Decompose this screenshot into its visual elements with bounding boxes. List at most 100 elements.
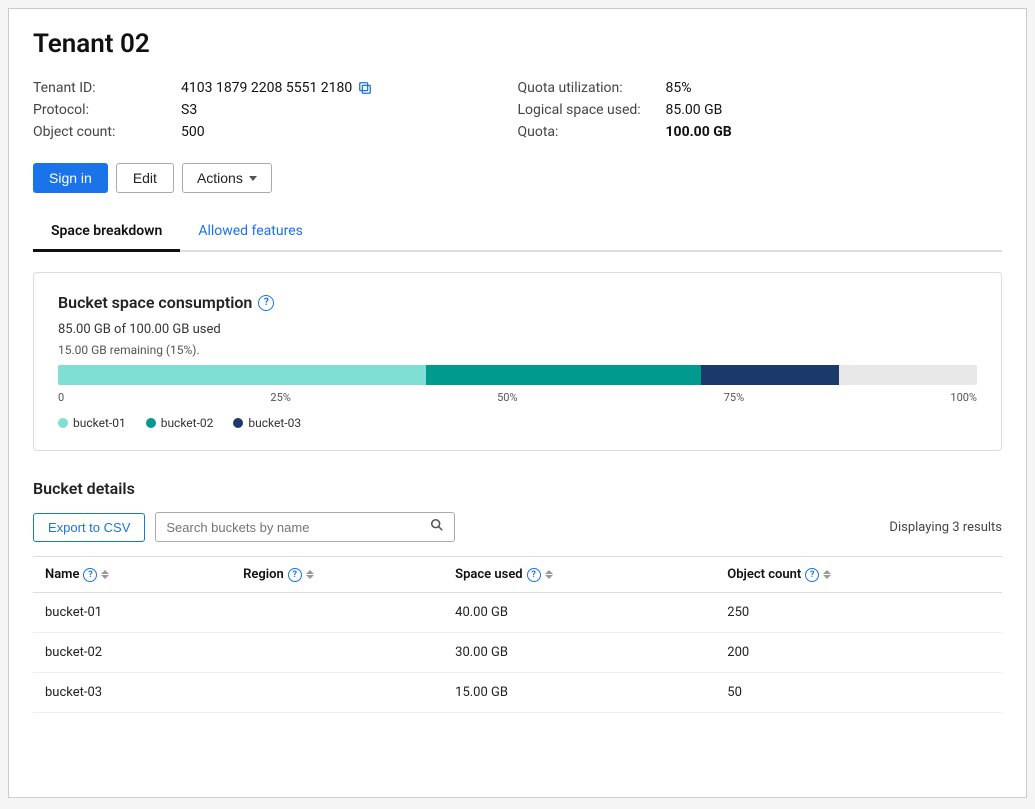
label-25: 25% (270, 391, 290, 404)
col-region-sort[interactable] (306, 570, 314, 579)
col-name-label: Name (45, 567, 79, 582)
export-csv-button[interactable]: Export to CSV (33, 513, 145, 542)
segment-bucket-01 (58, 365, 426, 385)
col-region-help-icon[interactable]: ? (288, 568, 302, 582)
sort-down-icon (101, 575, 109, 579)
label-50: 50% (497, 391, 517, 404)
protocol-row: Protocol: S3 (33, 99, 518, 121)
col-header-name: Name ? (33, 557, 231, 593)
col-name-help-icon[interactable]: ? (83, 568, 97, 582)
card-title: Bucket space consumption ? (58, 293, 977, 312)
legend-item-bucket-03: bucket-03 (233, 416, 301, 430)
col-header-region: Region ? (231, 557, 443, 593)
col-objcount-help-icon[interactable]: ? (805, 568, 819, 582)
quota-util-label: Quota utilization: (518, 80, 658, 96)
remaining-text: 15.00 GB remaining (15%). (58, 343, 977, 357)
bucket-table-body: bucket-01 40.00 GB 250 bucket-02 30.00 G… (33, 593, 1002, 713)
cell-name: bucket-03 (33, 673, 231, 713)
chevron-down-icon (249, 176, 257, 181)
label-75: 75% (724, 391, 744, 404)
quota-row: Quota: 100.00 GB (518, 121, 1003, 143)
bucket-toolbar: Export to CSV Displaying 3 results (33, 512, 1002, 542)
copy-icon[interactable] (358, 81, 372, 95)
tab-allowed-features[interactable]: Allowed features (180, 213, 321, 252)
label-0: 0 (58, 391, 64, 404)
legend-item-bucket-02: bucket-02 (146, 416, 214, 430)
cell-name: bucket-02 (33, 633, 231, 673)
search-icon (430, 518, 444, 536)
segment-bucket-02 (426, 365, 702, 385)
logical-space-value: 85.00 GB (666, 102, 723, 118)
progress-bar (58, 365, 977, 385)
legend-dot-bucket-01 (58, 418, 68, 428)
tenant-id-row: Tenant ID: 4103 1879 2208 5551 2180 (33, 77, 518, 99)
page-title: Tenant 02 (33, 29, 1002, 59)
actions-dropdown-button[interactable]: Actions (182, 163, 272, 193)
bucket-details-title: Bucket details (33, 479, 1002, 498)
bucket-toolbar-left: Export to CSV (33, 512, 455, 542)
col-space-label: Space used (455, 567, 523, 582)
table-row: bucket-03 15.00 GB 50 (33, 673, 1002, 713)
tenant-id-value: 4103 1879 2208 5551 2180 (181, 80, 352, 96)
edit-button[interactable]: Edit (116, 163, 174, 193)
col-space-help-icon[interactable]: ? (527, 568, 541, 582)
object-count-row: Object count: 500 (33, 121, 518, 143)
signin-button[interactable]: Sign in (33, 163, 108, 193)
search-input[interactable] (166, 520, 424, 535)
cell-object-count: 250 (715, 593, 1002, 633)
search-box (155, 512, 455, 542)
segment-bucket-03 (701, 365, 839, 385)
displaying-text: Displaying 3 results (889, 520, 1002, 535)
usage-text: 85.00 GB of 100.00 GB used (58, 322, 977, 337)
space-consumption-card: Bucket space consumption ? 85.00 GB of 1… (33, 272, 1002, 451)
table-row: bucket-02 30.00 GB 200 (33, 633, 1002, 673)
col-objcount-label: Object count (727, 567, 801, 582)
object-count-value: 500 (181, 124, 205, 140)
cell-object-count: 50 (715, 673, 1002, 713)
legend: bucket-01 bucket-02 bucket-03 (58, 416, 977, 430)
legend-label-bucket-01: bucket-01 (73, 416, 126, 430)
info-col-left: Tenant ID: 4103 1879 2208 5551 2180 Prot… (33, 77, 518, 143)
sort-up-icon (306, 570, 314, 574)
col-header-object-count: Object count ? (715, 557, 1002, 593)
legend-label-bucket-03: bucket-03 (248, 416, 301, 430)
object-count-label: Object count: (33, 124, 173, 140)
table-row: bucket-01 40.00 GB 250 (33, 593, 1002, 633)
legend-label-bucket-02: bucket-02 (161, 416, 214, 430)
quota-util-value: 85% (666, 80, 692, 96)
sort-down-icon (823, 575, 831, 579)
protocol-label: Protocol: (33, 102, 173, 118)
cell-object-count: 200 (715, 633, 1002, 673)
actions-bar: Sign in Edit Actions (33, 163, 1002, 193)
cell-space-used: 15.00 GB (443, 673, 715, 713)
col-objcount-sort[interactable] (823, 570, 831, 579)
protocol-value: S3 (181, 102, 197, 118)
cell-region (231, 593, 443, 633)
quota-label: Quota: (518, 124, 658, 140)
info-grid: Tenant ID: 4103 1879 2208 5551 2180 Prot… (33, 77, 1002, 143)
col-name-sort[interactable] (101, 570, 109, 579)
tabs: Space breakdown Allowed features (33, 213, 1002, 252)
sort-down-icon (306, 575, 314, 579)
logical-space-row: Logical space used: 85.00 GB (518, 99, 1003, 121)
tenant-id-label: Tenant ID: (33, 80, 173, 96)
cell-region (231, 673, 443, 713)
table-header-row: Name ? Region ? (33, 557, 1002, 593)
sort-up-icon (823, 570, 831, 574)
logical-space-label: Logical space used: (518, 102, 658, 118)
cell-space-used: 30.00 GB (443, 633, 715, 673)
col-region-label: Region (243, 567, 284, 582)
sort-up-icon (101, 570, 109, 574)
label-100: 100% (950, 391, 977, 404)
progress-labels: 0 25% 50% 75% 100% (58, 391, 977, 404)
tab-space-breakdown[interactable]: Space breakdown (33, 213, 180, 252)
help-icon[interactable]: ? (258, 295, 274, 311)
sort-down-icon (545, 575, 553, 579)
cell-space-used: 40.00 GB (443, 593, 715, 633)
cell-name: bucket-01 (33, 593, 231, 633)
page-container: Tenant 02 Tenant ID: 4103 1879 2208 5551… (8, 8, 1027, 798)
quota-util-row: Quota utilization: 85% (518, 77, 1003, 99)
quota-value: 100.00 GB (666, 124, 732, 140)
col-space-sort[interactable] (545, 570, 553, 579)
actions-label: Actions (197, 170, 243, 186)
